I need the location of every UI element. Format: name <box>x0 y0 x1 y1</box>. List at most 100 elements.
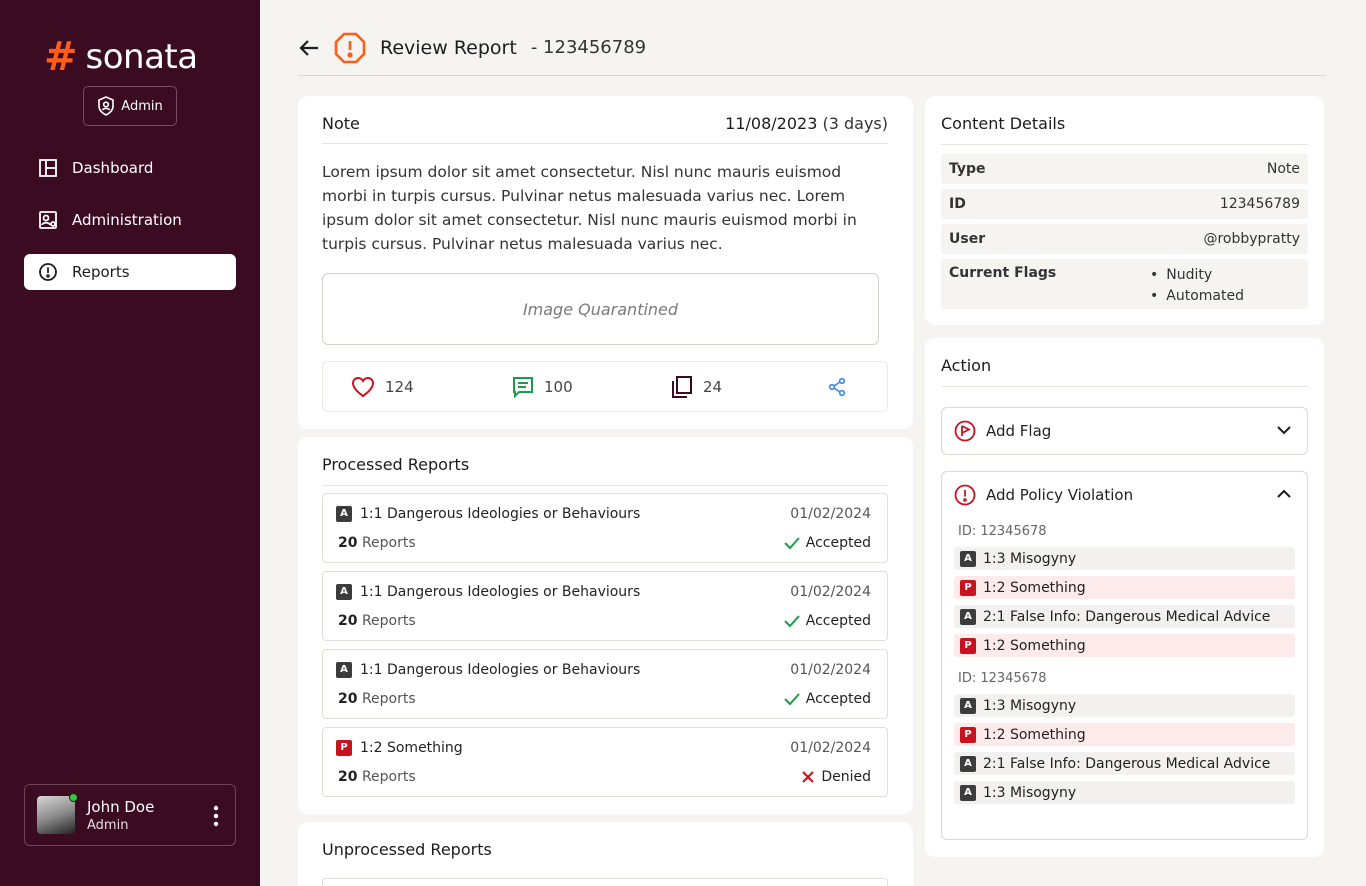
report-label: 1:2 Something <box>360 740 463 756</box>
back-arrow-icon[interactable] <box>298 37 320 59</box>
auto-tag-icon: A <box>960 784 976 801</box>
report-status-label: Denied <box>821 769 871 785</box>
sidebar-item-administration[interactable]: Administration <box>24 202 236 238</box>
auto-tag-icon: A <box>336 506 352 522</box>
report-count: 20 Reports <box>338 769 416 785</box>
sonata-logo[interactable]: # sonata <box>44 34 198 80</box>
alert-circle-icon <box>39 263 57 281</box>
report-count-label: Reports <box>361 535 416 551</box>
quarantined-image[interactable]: Image Quarantined <box>322 273 879 345</box>
share-button[interactable] <box>827 377 847 397</box>
detail-value[interactable]: @robbypratty <box>1203 231 1300 247</box>
policy-item[interactable]: P 1:2 Something <box>954 634 1295 657</box>
auto-tag-icon: A <box>336 662 352 678</box>
policy-item[interactable]: A 2:1 False Info: Dangerous Medical Advic… <box>954 605 1295 628</box>
add-flag-toggle[interactable]: Add Flag <box>942 408 1307 454</box>
page-header: Review Report - 123456789 <box>298 24 1326 76</box>
comments-count: 100 <box>544 377 573 396</box>
page-title: Review Report <box>380 36 517 59</box>
processed-reports-title: Processed Reports <box>322 455 470 474</box>
divider <box>322 143 888 144</box>
logo-hash-icon: # <box>44 34 78 80</box>
policy-item-label: 1:2 Something <box>983 726 1086 743</box>
sidebar: # sonata Admin Dashboard Administration … <box>0 0 260 886</box>
note-title: Note <box>322 114 360 133</box>
add-flag-accordion: Add Flag <box>941 407 1308 455</box>
detail-row-id: ID 123456789 <box>941 189 1308 219</box>
copy-icon <box>672 375 692 398</box>
add-policy-violation-accordion: Add Policy Violation ID: 12345678 A 1:3 M… <box>941 471 1308 840</box>
likes-stat[interactable]: 124 <box>351 376 414 398</box>
policy-tag-icon: P <box>960 579 976 596</box>
report-label: 1:1 Dangerous Ideologies or Behaviours <box>360 662 641 678</box>
user-role: Admin <box>87 817 129 833</box>
auto-tag-icon: A <box>960 697 976 714</box>
report-item[interactable] <box>322 878 888 886</box>
content-details-title: Content Details <box>941 114 1066 133</box>
policy-item[interactable]: A 1:3 Misogyny <box>954 547 1295 570</box>
report-count: 20 Reports <box>338 613 416 629</box>
comments-stat[interactable]: 100 <box>512 376 573 398</box>
detail-row-user: User @robbypratty <box>941 224 1308 254</box>
report-label: 1:1 Dangerous Ideologies or Behaviours <box>360 584 641 600</box>
add-flag-label: Add Flag <box>986 422 1052 440</box>
heart-icon <box>351 376 375 397</box>
flag-item: Nudity <box>1150 265 1300 286</box>
flag-item: Automated <box>1150 286 1300 307</box>
policy-item[interactable]: P 1:2 Something <box>954 576 1295 599</box>
report-count-label: Reports <box>361 769 416 785</box>
report-status-label: Accepted <box>805 691 871 707</box>
chevron-up-icon <box>1277 489 1291 498</box>
report-item[interactable]: A 1:1 Dangerous Ideologies or Behaviours … <box>322 649 888 719</box>
report-date: 01/02/2024 <box>790 506 871 522</box>
sidebar-item-label: Reports <box>72 263 130 281</box>
report-item[interactable]: P 1:2 Something 01/02/2024 20 Reports Den… <box>322 727 888 797</box>
check-icon <box>784 537 800 550</box>
divider <box>941 386 1308 387</box>
policy-item[interactable]: A 1:3 Misogyny <box>954 781 1295 804</box>
detail-row-flags: Current Flags Nudity Automated <box>941 259 1308 309</box>
report-count: 20 Reports <box>338 691 416 707</box>
check-icon <box>784 693 800 706</box>
policy-tag-icon: P <box>336 740 352 756</box>
add-policy-violation-toggle[interactable]: Add Policy Violation <box>942 472 1307 518</box>
report-item[interactable]: A 1:1 Dangerous Ideologies or Behaviours … <box>322 493 888 563</box>
detail-key: Current Flags <box>949 265 1057 281</box>
report-status: Denied <box>801 769 871 785</box>
sidebar-item-dashboard[interactable]: Dashboard <box>24 150 236 186</box>
policy-item[interactable]: A 1:3 Misogyny <box>954 694 1295 717</box>
policy-item[interactable]: P 1:2 Something <box>954 723 1295 746</box>
policy-item-label: 2:1 False Info: Dangerous Medical Advice <box>983 755 1271 772</box>
report-id: - 123456789 <box>530 37 647 58</box>
policy-violation-group: ID: 12345678 A 1:3 Misogyny P 1:2 Somethin… <box>942 671 1307 804</box>
copies-stat[interactable]: 24 <box>671 375 722 399</box>
report-date: 01/02/2024 <box>790 662 871 678</box>
policy-group-id: ID: 12345678 <box>958 671 1047 686</box>
user-card[interactable]: John Doe Admin <box>24 784 236 846</box>
auto-tag-icon: A <box>960 608 976 625</box>
report-item[interactable]: A 1:1 Dangerous Ideologies or Behaviours … <box>322 571 888 641</box>
policy-item-label: 1:2 Something <box>983 579 1086 596</box>
policy-item[interactable]: A 2:1 False Info: Dangerous Medical Advic… <box>954 752 1295 775</box>
policy-violation-group: ID: 12345678 A 1:3 Misogyny P 1:2 Somethin… <box>942 524 1307 657</box>
report-status-label: Accepted <box>805 613 871 629</box>
report-date: 01/02/2024 <box>790 584 871 600</box>
sidebar-item-reports[interactable]: Reports <box>24 254 236 290</box>
policy-item-label: 1:2 Something <box>983 637 1086 654</box>
more-vertical-icon[interactable] <box>213 805 219 827</box>
policy-item-label: 1:3 Misogyny <box>983 550 1077 567</box>
note-body: Lorem ipsum dolor sit amet consectetur. … <box>322 163 857 253</box>
copies-count: 24 <box>703 377 723 396</box>
processed-reports-card: Processed Reports A 1:1 Dangerous Ideolog… <box>298 437 913 814</box>
share-icon <box>828 377 846 396</box>
sidebar-item-label: Dashboard <box>72 159 154 177</box>
report-count-value: 20 <box>338 613 358 629</box>
detail-key: ID <box>949 196 966 212</box>
detail-key: User <box>949 231 986 247</box>
avatar <box>37 793 78 834</box>
note-date-value: 11/08/2023 <box>725 114 818 133</box>
alert-circle-icon <box>954 484 976 506</box>
detail-value: Note <box>1266 161 1300 177</box>
unprocessed-reports-title: Unprocessed Reports <box>322 840 492 859</box>
report-status: Accepted <box>784 691 871 707</box>
